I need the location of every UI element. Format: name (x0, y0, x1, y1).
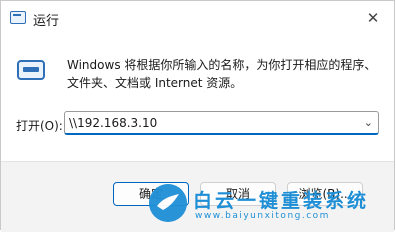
close-button[interactable]: ✕ (360, 7, 386, 29)
open-input[interactable] (69, 114, 354, 132)
cancel-button[interactable]: 取消 (200, 182, 276, 206)
run-program-icon (17, 60, 45, 80)
ok-button[interactable]: 确定 (113, 182, 189, 206)
open-label: 打开(O): (16, 119, 63, 133)
chevron-down-icon[interactable]: ⌄ (364, 115, 373, 131)
title-bar: 运行 ✕ (1, 1, 394, 35)
description-text: Windows 将根据你所输入的名称，为你打开相应的程序、文件夹、文档或 Int… (67, 58, 377, 90)
browse-button[interactable]: 浏览(B)... (287, 182, 363, 206)
open-combobox[interactable]: ⌄ (64, 111, 379, 135)
run-app-icon (10, 11, 26, 24)
run-dialog: 运行 ✕ Windows 将根据你所输入的名称，为你打开相应的程序、文件夹、文档… (0, 0, 395, 232)
window-title: 运行 (33, 14, 60, 29)
